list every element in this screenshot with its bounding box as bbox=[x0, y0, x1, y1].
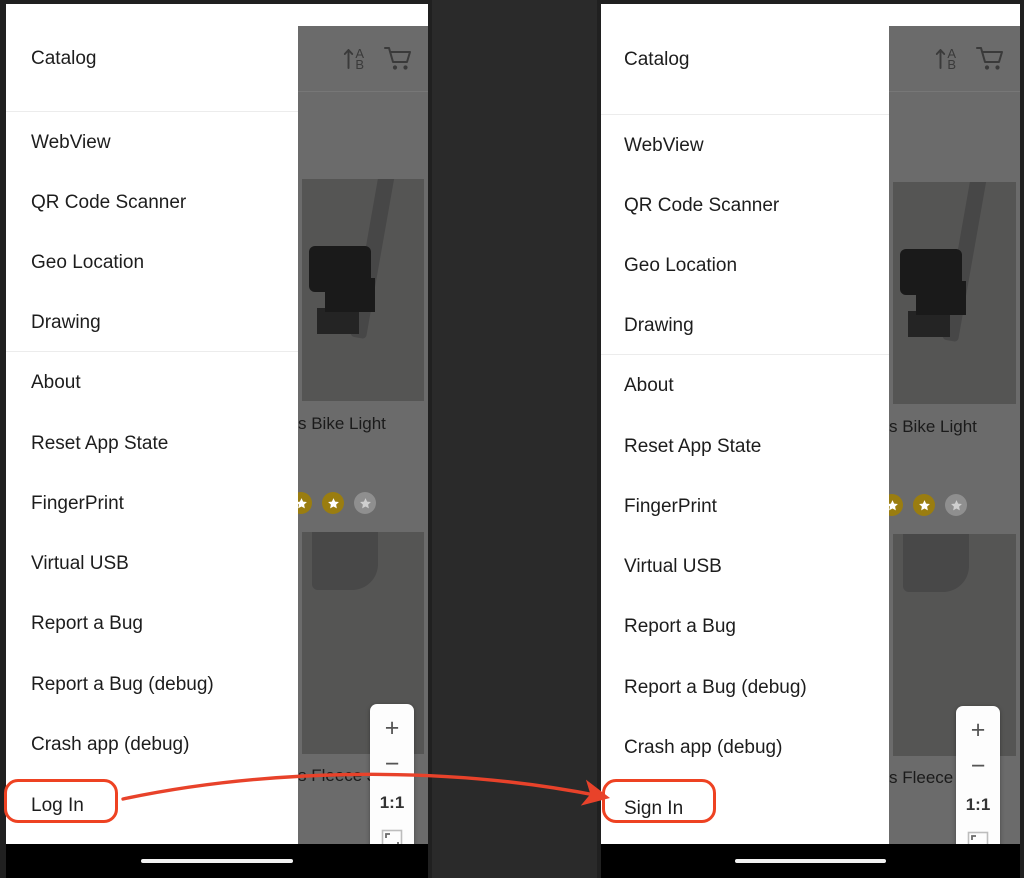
menu-item-label: FingerPrint bbox=[624, 495, 717, 517]
menu-item-virtual-usb[interactable]: Virtual USB bbox=[601, 536, 889, 596]
zoom-out-button[interactable]: − bbox=[370, 746, 414, 782]
menu-item-sign-in[interactable]: Sign In bbox=[601, 778, 889, 838]
menu-item-label: QR Code Scanner bbox=[31, 191, 187, 213]
menu-item-about[interactable]: About bbox=[6, 352, 298, 413]
menu-item-label: Reset App State bbox=[31, 432, 169, 454]
menu-item-label: Geo Location bbox=[624, 254, 738, 276]
star-filled-icon bbox=[322, 492, 344, 514]
menu-item-label: Report a Bug bbox=[31, 613, 143, 634]
menu-item-label: Drawing bbox=[31, 311, 101, 333]
menu-item-label: Catalog bbox=[624, 49, 690, 70]
menu-item-label: QR Code Scanner bbox=[624, 194, 780, 216]
menu-item-fingerprint[interactable]: FingerPrint bbox=[6, 473, 298, 533]
product-title: s Bike Light bbox=[889, 417, 977, 436]
menu-item-catalog[interactable]: Catalog bbox=[6, 4, 298, 112]
sort-letter-b: B bbox=[947, 56, 956, 72]
app-bar-before: AB bbox=[298, 26, 428, 92]
system-nav-bar-before bbox=[6, 844, 428, 878]
menu-item-drawing[interactable]: Drawing bbox=[6, 292, 298, 352]
menu-item-label: Reset App State bbox=[624, 435, 762, 457]
menu-item-webview[interactable]: WebView bbox=[601, 115, 889, 175]
menu-item-label: Sign In bbox=[624, 797, 684, 819]
menu-item-log-in[interactable]: Log In bbox=[6, 775, 298, 835]
menu-item-geo-location[interactable]: Geo Location bbox=[601, 235, 889, 295]
menu-item-report-a-bug-debug[interactable]: Report a Bug (debug) bbox=[601, 657, 889, 717]
phone-frame-after: AB s Bike Light s Fleece Ja Catalog WebV… bbox=[597, 0, 1024, 878]
zoom-in-button[interactable]: + bbox=[370, 710, 414, 746]
product-image-bike-light bbox=[302, 179, 424, 401]
product-tile[interactable] bbox=[893, 182, 1016, 404]
menu-item-label: FingerPrint bbox=[31, 492, 124, 514]
home-indicator[interactable] bbox=[735, 859, 886, 863]
menu-item-report-a-bug[interactable]: Report a Bug bbox=[601, 596, 889, 657]
menu-item-crash-app-debug[interactable]: Crash app (debug) bbox=[601, 717, 889, 778]
star-filled-icon bbox=[298, 492, 312, 514]
menu-item-label: Virtual USB bbox=[624, 555, 722, 577]
menu-item-fingerprint[interactable]: FingerPrint bbox=[601, 476, 889, 536]
menu-item-webview[interactable]: WebView bbox=[6, 112, 298, 172]
menu-item-label: Drawing bbox=[624, 314, 694, 336]
menu-item-label: Crash app (debug) bbox=[31, 734, 190, 755]
menu-item-report-a-bug[interactable]: Report a Bug bbox=[6, 593, 298, 654]
product-title: s Bike Light bbox=[298, 414, 386, 433]
menu-item-qr-code-scanner[interactable]: QR Code Scanner bbox=[6, 172, 298, 232]
menu-item-label: Report a Bug (debug) bbox=[624, 676, 807, 698]
menu-item-label: Virtual USB bbox=[31, 552, 129, 574]
sort-letters: AB bbox=[355, 47, 364, 72]
star-empty-icon bbox=[354, 492, 376, 514]
menu-item-geo-location[interactable]: Geo Location bbox=[6, 232, 298, 292]
star-filled-icon bbox=[913, 494, 935, 516]
zoom-reset-button[interactable]: 1:1 bbox=[956, 784, 1000, 824]
app-bar-after: AB bbox=[889, 26, 1020, 92]
menu-item-qr-code-scanner[interactable]: QR Code Scanner bbox=[601, 175, 889, 235]
menu-item-crash-app-debug[interactable]: Crash app (debug) bbox=[6, 714, 298, 775]
system-nav-bar-after bbox=[601, 844, 1020, 878]
home-indicator[interactable] bbox=[141, 859, 293, 863]
panel-before: AB s Bike Light s Fleece J Catalog WebVi… bbox=[0, 0, 432, 878]
comparison-screenshot: AB s Bike Light s Fleece J Catalog WebVi… bbox=[0, 0, 1024, 878]
menu-item-label: Log In bbox=[31, 794, 84, 816]
sort-letters: AB bbox=[947, 47, 956, 72]
app-content-dimmed-after: AB s Bike Light s Fleece Ja bbox=[889, 4, 1020, 878]
star-empty-icon bbox=[945, 494, 967, 516]
menu-item-label: Report a Bug bbox=[624, 616, 736, 637]
sort-alpha-ascending-icon[interactable]: AB bbox=[935, 47, 956, 72]
product-rating bbox=[298, 492, 376, 514]
menu-item-label: About bbox=[624, 375, 674, 396]
menu-item-about[interactable]: About bbox=[601, 355, 889, 416]
product-image-bike-light bbox=[893, 182, 1016, 404]
menu-item-reset-app-state[interactable]: Reset App State bbox=[6, 413, 298, 473]
menu-item-catalog[interactable]: Catalog bbox=[601, 4, 889, 115]
menu-item-label: WebView bbox=[31, 131, 111, 153]
menu-item-virtual-usb[interactable]: Virtual USB bbox=[6, 533, 298, 593]
star-filled-icon bbox=[889, 494, 903, 516]
shopping-cart-icon[interactable] bbox=[384, 46, 414, 72]
sort-alpha-ascending-icon[interactable]: AB bbox=[343, 47, 364, 72]
panel-after: AB s Bike Light s Fleece Ja Catalog WebV… bbox=[597, 0, 1024, 878]
menu-item-label: Crash app (debug) bbox=[624, 737, 783, 758]
menu-item-report-a-bug-debug[interactable]: Report a Bug (debug) bbox=[6, 654, 298, 714]
product-tile[interactable] bbox=[302, 179, 424, 401]
shopping-cart-icon[interactable] bbox=[976, 46, 1006, 72]
menu-item-drawing[interactable]: Drawing bbox=[601, 295, 889, 355]
sort-letter-b: B bbox=[355, 56, 364, 72]
navigation-drawer-after: Catalog WebView QR Code Scanner Geo Loca… bbox=[601, 4, 889, 878]
menu-item-label: About bbox=[31, 372, 81, 393]
status-bar-before bbox=[298, 4, 428, 26]
zoom-in-button[interactable]: + bbox=[956, 712, 1000, 748]
navigation-drawer-before: Catalog WebView QR Code Scanner Geo Loca… bbox=[6, 4, 298, 878]
zoom-control-widget-before[interactable]: + − 1:1 bbox=[370, 704, 414, 866]
phone-frame-before: AB s Bike Light s Fleece J Catalog WebVi… bbox=[0, 0, 432, 878]
product-title: s Fleece J bbox=[298, 766, 376, 785]
menu-item-reset-app-state[interactable]: Reset App State bbox=[601, 416, 889, 476]
status-bar-after bbox=[889, 4, 1020, 26]
menu-item-label: Report a Bug (debug) bbox=[31, 673, 214, 695]
zoom-reset-button[interactable]: 1:1 bbox=[370, 782, 414, 822]
menu-item-label: Geo Location bbox=[31, 251, 145, 273]
zoom-out-button[interactable]: − bbox=[956, 748, 1000, 784]
product-rating bbox=[889, 494, 967, 516]
menu-item-label: Catalog bbox=[31, 47, 97, 69]
menu-item-label: WebView bbox=[624, 134, 704, 156]
